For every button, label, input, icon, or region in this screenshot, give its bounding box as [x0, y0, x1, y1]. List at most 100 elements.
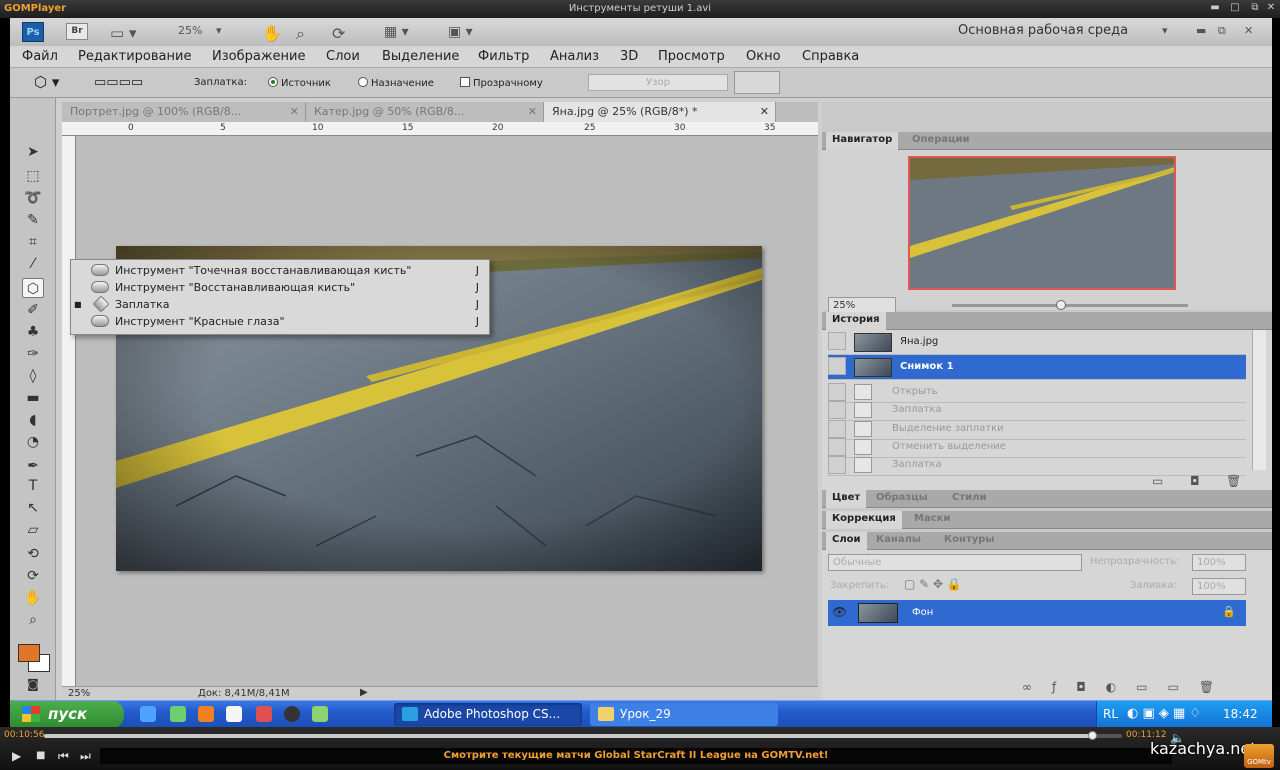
media-quicklaunch-icon[interactable] [198, 706, 214, 722]
dodge-tool-icon[interactable]: ◔ [22, 432, 44, 452]
menu-view[interactable]: Просмотр [658, 49, 725, 64]
pen-tool-icon[interactable]: ✒ [22, 456, 44, 476]
menu-window[interactable]: Окно [746, 49, 781, 64]
history-state[interactable]: Заплатка [828, 454, 1246, 476]
shape-tool-icon[interactable]: ▱ [22, 520, 44, 540]
workspace-switcher[interactable]: Основная рабочая среда [958, 23, 1128, 38]
foreground-color-swatch[interactable] [18, 644, 40, 662]
fill-field[interactable]: 100% [1192, 578, 1246, 595]
lasso-tool-icon[interactable]: ➰ [22, 188, 44, 208]
source-radio[interactable]: Источник [268, 77, 331, 89]
tab-yana[interactable]: Яна.jpg @ 25% (RGB/8*) * ✕ [544, 102, 776, 122]
language-indicator[interactable]: RL [1103, 707, 1118, 721]
blur-tool-icon[interactable]: ◖ [22, 410, 44, 430]
tab-channels[interactable]: Каналы [870, 532, 927, 550]
snapshot-source-icon[interactable] [828, 332, 846, 350]
tab-swatches[interactable]: Образцы [870, 490, 934, 508]
menu-3d[interactable]: 3D [620, 49, 638, 64]
pattern-picker[interactable] [734, 71, 780, 94]
hand-tool-panel-icon[interactable]: ✋ [22, 588, 44, 608]
tray-icons[interactable]: ◐ ▣ ◈ ▦ ♢ [1127, 706, 1201, 721]
opacity-field[interactable]: 100% [1192, 554, 1246, 571]
tab-navigator[interactable]: Навигатор [826, 132, 899, 150]
workspace-chevron-icon[interactable]: ▾ [1162, 24, 1168, 37]
quick-selection-tool-icon[interactable]: ✎ [22, 210, 44, 230]
document-canvas[interactable]: ➤ [76, 136, 818, 686]
minimize-icon[interactable]: ▬ [1208, 2, 1222, 15]
zoom-level-combo[interactable]: 25% [178, 24, 202, 37]
red-eye-tool-item[interactable]: Инструмент "Красные глаза" J [71, 313, 489, 330]
maximize-icon[interactable]: □ [1228, 2, 1242, 15]
brush-tool-icon[interactable]: ✐ [22, 300, 44, 320]
menu-select[interactable]: Выделение [382, 49, 459, 64]
tab-paths[interactable]: Контуры [938, 532, 1000, 550]
play-button-icon[interactable]: ▶ [12, 749, 21, 763]
history-brush-tool-icon[interactable]: ✑ [22, 344, 44, 364]
task-photoshop[interactable]: Adobe Photoshop CS... [394, 703, 582, 726]
zoom-tool-icon[interactable]: ⌕ [296, 24, 305, 44]
player-quicklaunch-icon[interactable] [284, 706, 300, 722]
chevron-down-icon[interactable]: ▾ [216, 24, 222, 37]
utility-quicklaunch-icon[interactable] [312, 706, 328, 722]
tab-actions[interactable]: Операции [906, 132, 976, 150]
gradient-tool-icon[interactable]: ▬ [22, 388, 44, 408]
navigator-zoom-slider[interactable] [952, 304, 1188, 307]
tab-masks[interactable]: Маски [908, 511, 956, 529]
move-tool-icon[interactable]: ➤ [22, 142, 44, 162]
menu-help[interactable]: Справка [802, 49, 859, 64]
destination-radio[interactable]: Назначение [358, 77, 434, 89]
close-icon[interactable]: ✕ [1264, 2, 1278, 15]
view-extras-icon[interactable]: ▭ ▾ [110, 24, 136, 42]
arrange-documents-icon[interactable]: ▦ ▾ [384, 24, 409, 40]
menu-file[interactable]: Файл [22, 49, 58, 64]
snapshot-source-icon[interactable] [828, 357, 846, 375]
menu-analysis[interactable]: Анализ [550, 49, 599, 64]
seek-thumb[interactable] [1088, 731, 1097, 740]
ps-minimize-icon[interactable]: ▬ [1196, 24, 1206, 37]
patch-tool-preset-icon[interactable]: ⬡ ▾ [34, 73, 59, 91]
next-button-icon[interactable]: ⏭ [80, 749, 91, 764]
ie-quicklaunch-icon[interactable] [140, 706, 156, 722]
layer-row-background[interactable]: 👁 Фон 🔒 [828, 600, 1246, 626]
desktop-quicklaunch-icon[interactable] [226, 706, 242, 722]
tab-close-icon[interactable]: ✕ [290, 105, 299, 118]
restore-icon[interactable]: ⧉ [1248, 2, 1262, 15]
history-snapshot[interactable]: Яна.jpg [828, 330, 1246, 355]
bridge-button[interactable]: Br [66, 23, 88, 40]
tab-portrait[interactable]: Портрет.jpg @ 100% (RGB/8... ✕ [62, 102, 306, 122]
history-scrollbar[interactable] [1252, 330, 1266, 470]
crop-tool-icon[interactable]: ⌗ [22, 232, 44, 252]
spot-healing-brush-item[interactable]: Инструмент "Точечная восстанавливающая к… [71, 262, 489, 279]
navigator-thumbnail[interactable] [908, 156, 1176, 290]
screen-mode-icon[interactable]: ▣ ▾ [448, 24, 473, 40]
menu-image[interactable]: Изображение [212, 49, 305, 64]
stop-button-icon[interactable]: ■ [36, 750, 45, 761]
healing-brush-item[interactable]: Инструмент "Восстанавливающая кисть" J [71, 279, 489, 296]
delete-state-icon[interactable]: 🗑 [1226, 474, 1241, 488]
tab-layers[interactable]: Слои [826, 532, 867, 550]
status-zoom[interactable]: 25% [68, 688, 90, 699]
history-brush-source-icon[interactable] [828, 456, 846, 474]
hand-tool-icon[interactable]: ✋ [262, 24, 282, 43]
patch-tool-item[interactable]: ■ Заплатка J [71, 295, 489, 313]
tab-history[interactable]: История [826, 312, 886, 330]
tab-styles[interactable]: Стили [946, 490, 992, 508]
eye-icon[interactable]: 👁 [832, 605, 847, 619]
menu-edit[interactable]: Редактирование [78, 49, 191, 64]
lock-icons[interactable]: ▢ ✎ ✥ 🔒 [904, 577, 962, 591]
layer-name[interactable]: Фон [912, 607, 933, 618]
tab-close-icon[interactable]: ✕ [528, 105, 537, 118]
zoom-tool-panel-icon[interactable]: ⌕ [22, 610, 44, 630]
menu-layers[interactable]: Слои [326, 49, 360, 64]
previous-button-icon[interactable]: ⏮ [58, 749, 69, 764]
ps-restore-icon[interactable]: ⧉ [1218, 24, 1226, 38]
status-arrow-icon[interactable]: ▶ [360, 687, 368, 698]
history-brush-source-icon[interactable] [828, 401, 846, 419]
3d-orbit-tool-icon[interactable]: ⟳ [22, 566, 44, 586]
blend-mode-select[interactable]: Обычные [828, 554, 1082, 571]
new-document-from-state-icon[interactable]: ▭ [1152, 474, 1163, 488]
gomtv-badge[interactable]: GOMtv [1244, 744, 1274, 768]
document-size[interactable]: Док: 8,41M/8,41M [198, 688, 290, 699]
mail-quicklaunch-icon[interactable] [170, 706, 186, 722]
quick-mask-icon[interactable]: ◙ [22, 674, 44, 694]
